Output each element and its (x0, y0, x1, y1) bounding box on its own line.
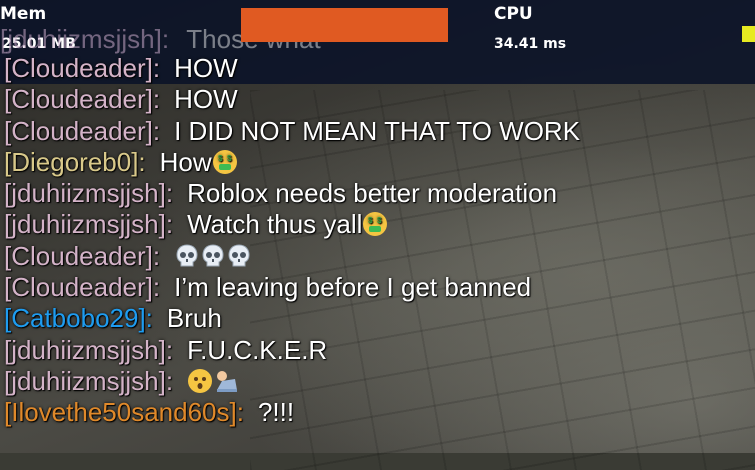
chat-sender[interactable]: [Cloudeader]: (4, 241, 160, 271)
mem-label: Mem (0, 4, 47, 24)
svg-text:$: $ (227, 154, 232, 163)
chat-text: Bruh (166, 303, 222, 334)
chat-text: I’m leaving before I get banned (174, 272, 532, 303)
chat-sender[interactable]: [Cloudeader]: (4, 84, 160, 114)
money-mouth-face-icon: $ $ (212, 149, 238, 182)
svg-text:$: $ (377, 216, 382, 225)
chat-sender[interactable]: [Cloudeader]: (4, 272, 160, 302)
chat-text: Roblox needs better moderation (187, 178, 558, 209)
chat-message: [Diegoreb0]: How $ $ (4, 147, 749, 178)
chat-sender[interactable]: [Catbobo29]: (4, 303, 153, 333)
chat-message: [Cloudeader]: HOW (4, 53, 749, 84)
svg-text:$: $ (368, 216, 373, 225)
chat-message: [jduhiizmsjjsh]: Roblox needs better mode… (4, 178, 749, 209)
skull-icon (174, 243, 200, 276)
cpu-label: CPU (494, 4, 533, 24)
redaction-box (241, 8, 448, 42)
chat-sender[interactable]: [jduhiizmsjjsh]: (4, 366, 173, 396)
chat-sender[interactable]: [jduhiizmsjjsh]: (4, 209, 173, 239)
svg-text:$: $ (218, 154, 223, 163)
chat-sender[interactable]: [Diegoreb0]: (4, 147, 146, 177)
chat-message: [Cloudeader]: HOW (4, 84, 749, 115)
chat-text: HOW (174, 53, 238, 83)
chat-sender[interactable]: [Cloudeader]: (4, 116, 160, 146)
chat-text: How (159, 146, 212, 177)
chat-message: [jduhiizmsjjsh]: F.U.C.K.E.R (4, 335, 749, 366)
hushed-face-icon (187, 368, 213, 401)
chat-sender[interactable]: [jduhiizmsjjsh]: (4, 178, 173, 208)
chat-sender[interactable]: [jduhiizmsjjsh]: (4, 335, 173, 365)
chat-text: ?!!! (257, 397, 295, 428)
cpu-value: 34.41 ms (494, 36, 567, 52)
chat-text: I DID NOT MEAN THAT TO WORK (174, 115, 581, 146)
chat-message: [jduhiizmsjjsh]: Watch thus yall $ $ (4, 209, 749, 240)
skull-icon (200, 243, 226, 276)
chat-text: F.U.C.K.E.R (187, 334, 328, 365)
chat-text: HOW (174, 84, 238, 115)
chat-message: [Cloudeader]: (4, 241, 749, 272)
chat-message: [jduhiizmsjjsh]: (4, 366, 749, 397)
chat-message: [Cloudeader]: I’m leaving before I get ba… (4, 272, 749, 303)
chat-text: Watch thus yall (187, 209, 363, 240)
person-bowing-icon (213, 368, 241, 401)
skull-icon (226, 243, 252, 276)
chat-message: [Ilovethe50sand60s]:?!!! (4, 397, 749, 428)
chat-sender[interactable]: [Cloudeader]: (4, 53, 160, 83)
chat-message: [Cloudeader]: I DID NOT MEAN THAT TO WORK (4, 116, 749, 147)
yellow-indicator (742, 26, 755, 42)
chat-sender[interactable]: [Ilovethe50sand60s]: (4, 397, 244, 427)
chat-log: [Cloudeader]: HOW [Cloudeader]: HOW [Cloudea… (4, 53, 749, 429)
money-mouth-face-icon: $ $ (362, 211, 388, 244)
chat-message: [Catbobo29]: Bruh (4, 303, 749, 334)
chat-sender: [jduhiizmsjjsh]: (0, 24, 170, 54)
